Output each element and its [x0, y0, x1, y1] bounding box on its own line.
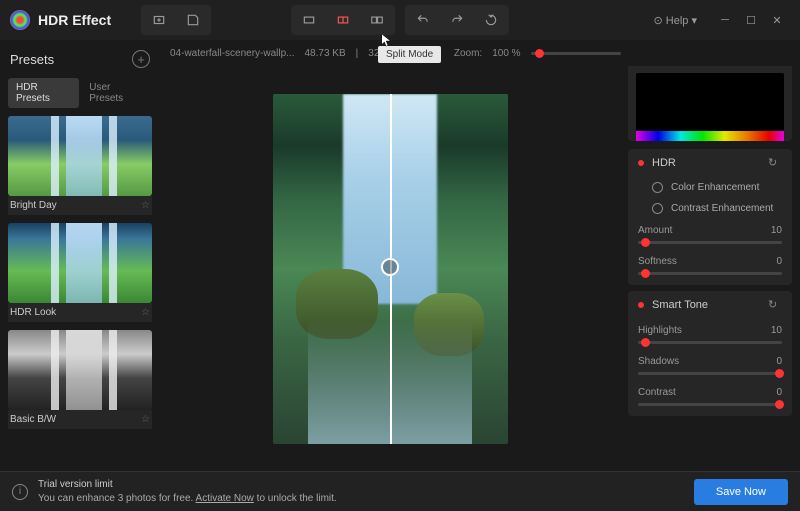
preset-list[interactable]: Bright Day ☆ HDR Look ☆ Basic B/W ☆ — [8, 116, 152, 471]
slider-label: Softness — [638, 256, 677, 267]
favorite-icon[interactable]: ☆ — [141, 307, 150, 318]
tooltip: Split Mode — [378, 46, 441, 63]
save-now-button[interactable]: Save Now — [694, 479, 788, 505]
preset-thumbnail — [8, 116, 152, 196]
title-bar: HDR Effect ⊙ Help ▾ ─ ☐ ✕ — [0, 0, 800, 40]
slider-label: Amount — [638, 225, 672, 236]
maximize-button[interactable]: ☐ — [738, 7, 764, 33]
slider-value: 0 — [776, 356, 782, 367]
preset-thumbnail — [8, 223, 152, 303]
side-by-side-button[interactable] — [363, 9, 391, 31]
preset-item[interactable]: Basic B/W ☆ — [8, 330, 152, 429]
slider-value: 0 — [776, 256, 782, 267]
zoom-value: 100 % — [492, 48, 520, 59]
reset-icon: ↻ — [768, 156, 782, 170]
slider-label: Highlights — [638, 325, 682, 336]
undo-button[interactable] — [409, 9, 437, 31]
trial-message: Trial version limit You can enhance 3 ph… — [38, 478, 337, 506]
zoom-label: Zoom: — [454, 48, 482, 59]
preset-label: HDR Look — [10, 307, 56, 318]
activate-link[interactable]: Activate Now — [196, 493, 254, 504]
color-enhancement-radio[interactable]: Color Enhancement — [628, 177, 792, 198]
view-mode-group — [291, 5, 395, 35]
tab-user-presets[interactable]: User Presets — [81, 78, 152, 108]
slider-value: 0 — [776, 387, 782, 398]
presets-title: Presets — [10, 52, 54, 67]
smart-tone-header[interactable]: Smart Tone↻ — [628, 291, 792, 319]
preview-canvas[interactable] — [160, 66, 620, 471]
preset-item[interactable]: HDR Look ☆ — [8, 223, 152, 322]
amount-slider[interactable] — [638, 241, 782, 244]
save-file-button[interactable] — [179, 9, 207, 31]
image-preview — [273, 94, 508, 444]
presets-sidebar: Presets + HDR Presets User Presets Brigh… — [0, 66, 160, 471]
preset-label: Bright Day — [10, 200, 57, 211]
filename-label: 04-waterfall-scenery-wallp... — [170, 48, 295, 59]
split-handle[interactable] — [381, 258, 399, 276]
tab-hdr-presets[interactable]: HDR Presets — [8, 78, 79, 108]
adjustments-panel: Histogram⌄ HDR↻ Color Enhancement Contra… — [620, 66, 800, 471]
help-menu[interactable]: ⊙ Help ▾ — [654, 14, 697, 27]
preset-label: Basic B/W — [10, 414, 56, 425]
reset-button[interactable] — [477, 9, 505, 31]
softness-slider[interactable] — [638, 272, 782, 275]
cursor-icon — [380, 34, 394, 48]
favorite-icon[interactable]: ☆ — [141, 200, 150, 211]
histogram-header[interactable]: Histogram⌄ — [628, 66, 792, 73]
contrast-slider[interactable] — [638, 403, 782, 406]
app-title: HDR Effect — [38, 12, 111, 28]
shadows-slider[interactable] — [638, 372, 782, 375]
history-tools — [405, 5, 509, 35]
info-icon: i — [12, 484, 28, 500]
slider-label: Contrast — [638, 387, 676, 398]
file-tools — [141, 5, 211, 35]
preset-thumbnail — [8, 330, 152, 410]
slider-value: 10 — [771, 225, 782, 236]
histogram-chart — [636, 73, 784, 141]
slider-value: 10 — [771, 325, 782, 336]
close-button[interactable]: ✕ — [764, 7, 790, 33]
contrast-enhancement-radio[interactable]: Contrast Enhancement — [628, 198, 792, 219]
footer-bar: i Trial version limit You can enhance 3 … — [0, 471, 800, 511]
hdr-panel-header[interactable]: HDR↻ — [628, 149, 792, 177]
minimize-button[interactable]: ─ — [712, 7, 738, 33]
reset-icon: ↻ — [768, 298, 782, 312]
slider-label: Shadows — [638, 356, 679, 367]
open-file-button[interactable] — [145, 9, 173, 31]
app-logo — [10, 10, 30, 30]
add-preset-button[interactable]: + — [132, 50, 150, 68]
filesize-label: 48.73 KB — [305, 48, 346, 59]
preset-item[interactable]: Bright Day ☆ — [8, 116, 152, 215]
highlights-slider[interactable] — [638, 341, 782, 344]
favorite-icon[interactable]: ☆ — [141, 414, 150, 425]
zoom-slider[interactable] — [531, 52, 621, 55]
single-view-button[interactable] — [295, 9, 323, 31]
redo-button[interactable] — [443, 9, 471, 31]
split-view-button[interactable] — [329, 9, 357, 31]
